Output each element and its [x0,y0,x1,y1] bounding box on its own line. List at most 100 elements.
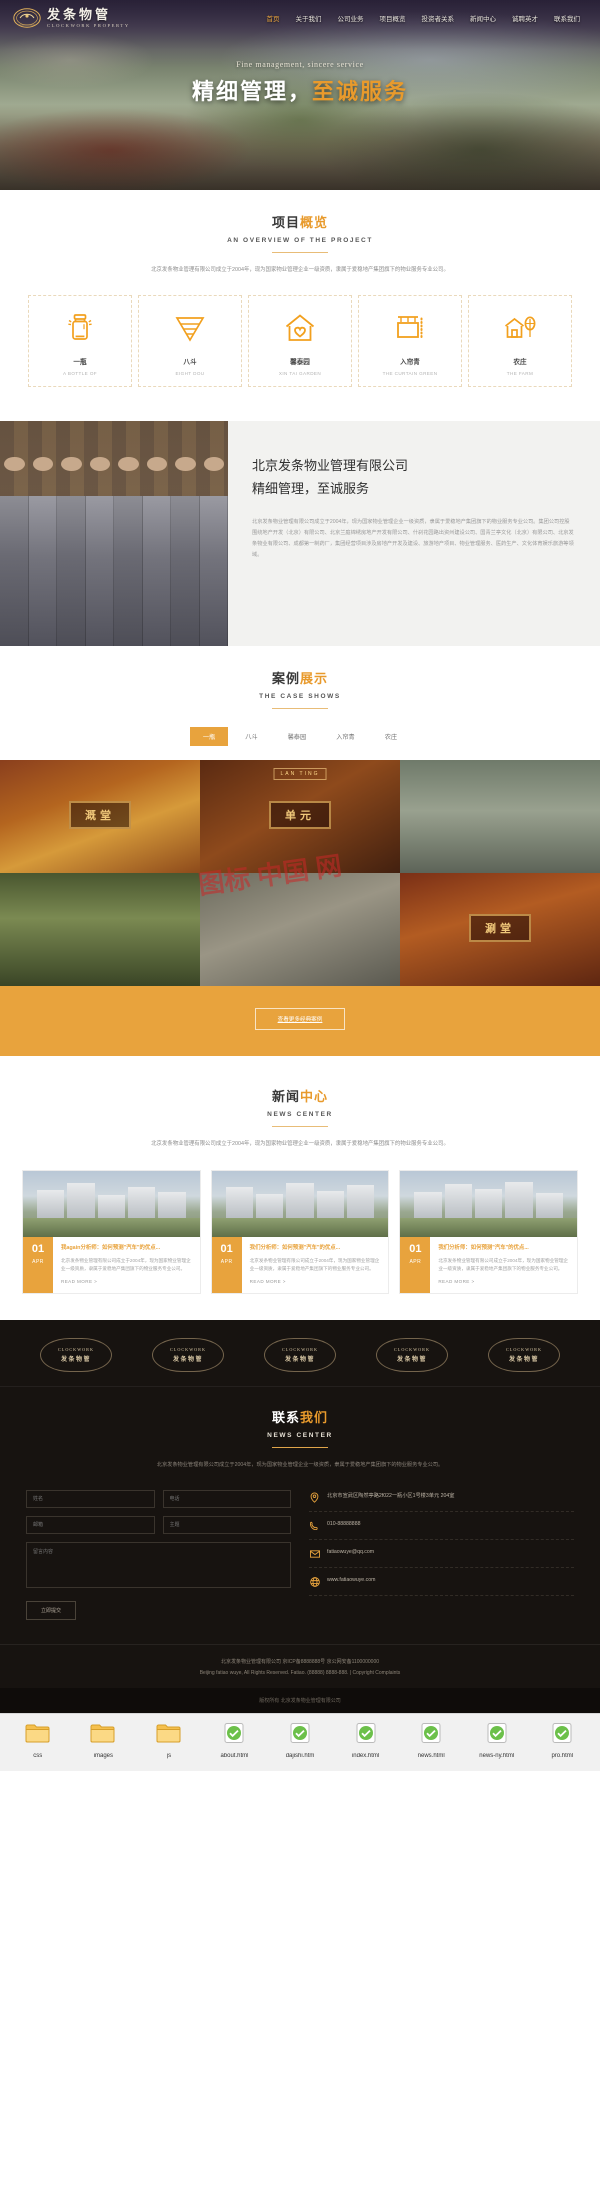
html-file-icon [221,1722,247,1749]
case-tile[interactable] [0,873,200,987]
location-icon [309,1492,320,1504]
main-navigation[interactable]: 首页 关于我们 公司业务 项目概览 投资者关系 新闻中心 诚聘英才 联系我们 [259,9,589,27]
nav-item-contact[interactable]: 联系我们 [546,9,588,27]
contact-phone-input[interactable] [162,1490,291,1509]
nav-item-investors[interactable]: 投资者关系 [414,9,463,27]
folder-icon [156,1722,182,1749]
news-title-highlight: 中心 [300,1089,329,1105]
news-title-text[interactable]: 我们分析师：如何预测"汽车"的优点... [438,1244,569,1252]
file-name: pro.html [551,1753,574,1760]
footer-logo-en: CLOCKWORK [58,1347,94,1353]
file-name: dajishi.htm [285,1753,315,1760]
news-heading-block: 新闻中心 NEWS CENTER [0,1064,600,1128]
file-item-index-html[interactable]: index.html [334,1722,398,1761]
nav-item-home[interactable]: 首页 [259,9,288,27]
overview-card-the-farm[interactable]: 农庄 THE FARM [468,295,572,388]
overview-heading-block: 项目概览 AN OVERVIEW OF THE PROJECT [0,190,600,253]
file-item-news-html[interactable]: news.html [399,1722,463,1761]
overview-card-label-en: EIGHT DOU [175,371,205,377]
view-more-cases-button[interactable]: 查看更多经典案例 [254,1008,346,1031]
html-file-icon [484,1722,510,1749]
case-tile[interactable]: 溉堂 [0,760,200,874]
tab-a-bottle-of[interactable]: 一瓶 [189,727,229,747]
hero-subtitle: Fine management, sincere service [236,60,364,69]
file-item-dajishi-htm[interactable]: dajishi.htm [268,1722,332,1761]
contact-name-input[interactable] [26,1490,155,1509]
html-file-icon [418,1722,444,1749]
overview-card-eight-dou[interactable]: 八斗 EIGHT DOU [138,295,242,388]
nav-item-about[interactable]: 关于我们 [288,9,330,27]
case-tile[interactable]: LAN TING 单元 [200,760,400,874]
footer-logo-cn: 发条物管 [60,1357,91,1364]
mail-icon [309,1548,320,1559]
footer-legal: 北京发条物业管理有限公司 京ICP备8888888号 京公网安备11000000… [0,1644,600,1714]
news-card[interactable]: 01 APR 我again分析师：如何预测"汽车"的优点... 北京发条物业管理… [22,1169,201,1295]
contact-subject-input[interactable] [162,1516,291,1535]
contact-email-input[interactable] [26,1516,155,1535]
cases-gallery: 溉堂 LAN TING 单元 涮堂 [0,760,600,987]
file-name: about.html [220,1753,249,1760]
footer-logo-badge: CLOCKWORK 发条物管 [40,1338,112,1373]
nav-item-careers[interactable]: 诚聘英才 [504,9,546,27]
site-logo[interactable]: 发条物管 CLOCKWORK PROPERTY [12,5,130,31]
overview-title: 项目概览 [0,212,600,231]
footer-logo-en: CLOCKWORK [506,1347,542,1353]
file-explorer-strip: css images js about.html dajishi.htm ind… [0,1713,600,1771]
brand-name-en: CLOCKWORK PROPERTY [47,22,130,28]
legal-line-icp: 北京发条物业管理有限公司 京ICP备8888888号 京公网安备11000000… [220,1659,380,1666]
case-tile[interactable]: 涮堂 [400,873,600,987]
file-item-css[interactable]: css [6,1722,70,1761]
news-title-text[interactable]: 我们分析师：如何预测"汽车"的优点... [250,1244,381,1252]
overview-card-label-cn: 八斗 [183,359,197,367]
news-card[interactable]: 01 APR 我们分析师：如何预测"汽车"的优点... 北京发条物业管理有限公司… [399,1169,579,1295]
overview-card-label-cn: 一瓶 [73,359,87,367]
about-photo [0,421,228,647]
contact-phone-text: 010-88888888 [327,1521,361,1528]
news-month: APR [220,1258,233,1265]
news-read-more-link[interactable]: READ MORE > [250,1279,381,1284]
file-item-images[interactable]: images [72,1722,136,1761]
nav-item-projects[interactable]: 项目概览 [372,9,414,27]
news-read-more-link[interactable]: READ MORE > [61,1279,192,1284]
case-tile-caption: 涮堂 [469,913,531,942]
cases-tab-list[interactable]: 一瓶 八斗 馨泰园 入帘青 农庄 [0,727,600,747]
contact-description: 北京发条物业管理有限公司成立于2004年，现为国家物业管理企业一级资质，隶属于爱… [156,1462,444,1469]
overview-card-xin-tai-garden[interactable]: 馨泰园 XIN TAI GARDEN [248,295,352,388]
tab-the-curtain-green[interactable]: 入帘青 [323,727,368,746]
overview-card-label-en: A BOTTLE OF [62,371,97,377]
nav-item-news[interactable]: 新闻中心 [462,9,504,27]
hero-banner: 发条物管 CLOCKWORK PROPERTY 首页 关于我们 公司业务 项目概… [0,0,600,190]
file-item-news-ny-html[interactable]: news-ny.html [465,1722,529,1761]
file-item-js[interactable]: js [137,1722,201,1761]
cases-divider [272,708,328,710]
site-footer: CLOCKWORK 发条物管 CLOCKWORK 发条物管 CLOCKWORK … [0,1320,600,1714]
tab-xin-tai-garden[interactable]: 馨泰园 [275,727,320,746]
news-divider [272,1126,328,1128]
tab-eight-dou[interactable]: 八斗 [232,727,270,746]
legal-line-copyright: Beijing fatiao wuye, All Rights Reserved… [199,1669,401,1676]
file-item-about-html[interactable]: about.html [203,1722,267,1761]
overview-divider [272,252,328,253]
news-card[interactable]: 01 APR 我们分析师：如何预测"汽车"的优点... 北京发条物业管理有限公司… [210,1169,390,1295]
footer-logo-badge: CLOCKWORK 发条物管 [376,1338,448,1373]
news-thumbnail [23,1170,200,1237]
contact-form[interactable]: 立即提交 [26,1490,291,1621]
about-heading: 北京发条物业管理有限公司精细管理，至诚服务 [252,458,409,497]
case-tile[interactable] [200,873,400,987]
news-date-badge: 01 APR [400,1236,431,1294]
overview-card-a-bottle-of[interactable]: 一瓶 A BOTTLE OF [28,295,132,388]
news-title-text[interactable]: 我again分析师：如何预测"汽车"的优点... [61,1244,192,1252]
contact-submit-button[interactable]: 立即提交 [26,1601,77,1621]
hero-title: 精细管理，至诚服务 [0,74,600,106]
nav-item-business[interactable]: 公司业务 [330,9,372,27]
contact-email-text: fatiaowuye@qq.com [327,1549,375,1556]
about-text-block: 北京发条物业管理有限公司精细管理，至诚服务 北京发条物业管理有限公司成立于200… [228,421,600,646]
contact-title-highlight: 我们 [300,1410,329,1426]
case-tile[interactable] [400,760,600,874]
tab-the-farm[interactable]: 农庄 [372,727,410,746]
file-item-pro-html[interactable]: pro.html [531,1722,595,1761]
contact-message-textarea[interactable] [26,1542,291,1589]
news-read-more-link[interactable]: READ MORE > [438,1279,569,1284]
footer-logo-en: CLOCKWORK [170,1347,206,1353]
overview-card-the-curtain-green[interactable]: 入帘青 THE CURTAIN GREEN [358,295,462,388]
